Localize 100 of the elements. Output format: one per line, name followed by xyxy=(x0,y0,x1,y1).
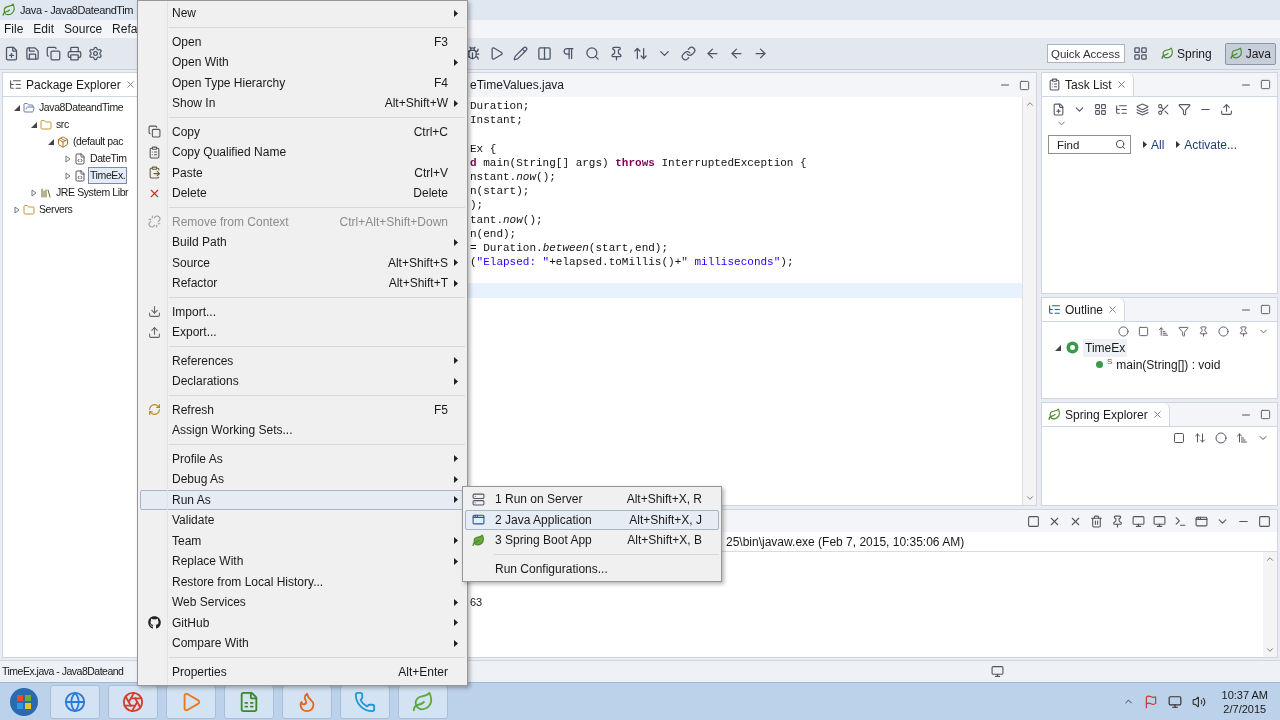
tree-item[interactable]: (default pac xyxy=(71,132,126,151)
grid-icon[interactable] xyxy=(1094,103,1107,116)
menu-item[interactable]: GitHub xyxy=(140,612,465,633)
menu-item[interactable]: Declarations xyxy=(140,371,465,392)
open-perspective-icon[interactable] xyxy=(1132,46,1148,61)
link-icon[interactable] xyxy=(1194,432,1206,444)
menu-item[interactable]: Restore from Local History... xyxy=(140,571,465,592)
sort-icon[interactable] xyxy=(1236,432,1248,444)
expanded-arrow-icon[interactable] xyxy=(1054,343,1062,352)
maximize-icon[interactable] xyxy=(1260,409,1271,420)
close-icon[interactable] xyxy=(1151,409,1163,420)
pin-icon[interactable] xyxy=(609,46,624,61)
tree-item[interactable]: JRE System Libr xyxy=(54,183,131,202)
new-task-icon[interactable] xyxy=(1052,103,1065,116)
search-icon[interactable] xyxy=(1115,139,1126,150)
expanded-arrow-icon[interactable] xyxy=(13,103,21,112)
menu-bar-item[interactable]: File xyxy=(4,20,24,38)
menu-item[interactable]: Export... xyxy=(140,322,465,343)
tree-item[interactable]: DateTim xyxy=(88,149,129,168)
menu-item[interactable]: 1 Run on Server Alt+Shift+X, R xyxy=(465,489,719,510)
filter-link[interactable]: Activate... xyxy=(1184,135,1238,154)
dot-icon[interactable] xyxy=(1215,432,1227,444)
sync-icon[interactable] xyxy=(1220,103,1233,116)
menu-bar-item[interactable]: Edit xyxy=(33,20,55,38)
perspective-button[interactable]: Spring xyxy=(1155,42,1217,65)
sort-icon[interactable] xyxy=(1158,326,1169,337)
menu-item[interactable]: Properties Alt+Enter xyxy=(140,661,465,682)
menu-item[interactable]: Copy Ctrl+C xyxy=(140,121,465,142)
taskbar-button[interactable] xyxy=(108,684,158,719)
tree-item[interactable]: Java8DateandTime xyxy=(37,98,126,117)
menu-item[interactable]: References xyxy=(140,350,465,371)
menu-bar-item[interactable]: Refa xyxy=(112,20,138,38)
save-icon[interactable] xyxy=(25,46,40,61)
back-icon[interactable] xyxy=(729,46,744,61)
layers-icon[interactable] xyxy=(1136,103,1149,116)
maximize-icon[interactable] xyxy=(1019,79,1030,91)
menu-item[interactable]: Paste Ctrl+V xyxy=(140,162,465,183)
pin-icon[interactable] xyxy=(1111,514,1124,528)
menu-item[interactable]: Copy Qualified Name xyxy=(140,142,465,163)
menu-item[interactable]: New xyxy=(140,3,465,24)
menu-item[interactable]: Delete Delete xyxy=(140,183,465,204)
menu-item[interactable]: Open With xyxy=(140,52,465,73)
menu-item[interactable]: Refresh F5 xyxy=(140,399,465,420)
save-all-icon[interactable] xyxy=(46,46,61,61)
gear-icon[interactable] xyxy=(88,46,103,61)
find-field[interactable]: Find xyxy=(1048,135,1131,154)
close-icon[interactable] xyxy=(124,79,136,90)
pencil-icon[interactable] xyxy=(513,46,528,61)
volume-icon[interactable] xyxy=(1191,694,1206,709)
display-icon[interactable] xyxy=(1153,514,1166,528)
menu-item[interactable]: Open F3 xyxy=(140,31,465,52)
menu-item[interactable]: Web Services xyxy=(140,592,465,613)
scissors-icon[interactable] xyxy=(1157,103,1170,116)
columns-icon[interactable] xyxy=(537,46,552,61)
network-icon[interactable] xyxy=(1167,694,1182,709)
menu-item[interactable]: Source Alt+Shift+S xyxy=(140,252,465,273)
link-icon[interactable] xyxy=(681,46,696,61)
play-icon[interactable] xyxy=(489,46,504,61)
menu-item[interactable]: Run As xyxy=(140,489,465,510)
tree-item[interactable]: TimeEx. xyxy=(88,166,128,185)
collapse-icon[interactable] xyxy=(1173,432,1185,444)
square-icon[interactable] xyxy=(1138,326,1149,337)
print-icon[interactable] xyxy=(67,46,82,61)
menu-item[interactable]: Replace With xyxy=(140,551,465,572)
flag-icon[interactable] xyxy=(1143,694,1158,709)
editor-tab[interactable]: eTimeValues.java xyxy=(468,76,565,94)
forward-icon[interactable] xyxy=(753,46,768,61)
menu-item[interactable]: Open Type Hierarchy F4 xyxy=(140,72,465,93)
search-icon[interactable] xyxy=(585,46,600,61)
menu-item[interactable]: Show In Alt+Shift+W xyxy=(140,93,465,114)
taskbar-button[interactable] xyxy=(282,684,332,719)
collapsed-arrow-icon[interactable] xyxy=(64,171,72,180)
perspective-button[interactable]: Java xyxy=(1224,42,1276,65)
menu-item[interactable]: Debug As xyxy=(140,469,465,490)
menu-item[interactable]: Validate xyxy=(140,510,465,531)
filter-link[interactable]: All xyxy=(1151,135,1165,154)
outline-item[interactable]: TimeEx xyxy=(1083,338,1128,357)
expanded-arrow-icon[interactable] xyxy=(30,120,38,129)
taskbar-button[interactable] xyxy=(224,684,274,719)
taskbar-button[interactable] xyxy=(50,684,100,719)
up-down-arrow-icon[interactable] xyxy=(633,46,648,61)
back-icon[interactable] xyxy=(705,46,720,61)
menu-bar-item[interactable]: Source xyxy=(64,20,103,38)
pin-icon[interactable] xyxy=(1238,326,1249,337)
console-icon[interactable] xyxy=(1174,514,1187,528)
maximize-icon[interactable] xyxy=(1260,304,1271,315)
tree-item[interactable]: src xyxy=(54,115,71,134)
menu-item[interactable]: 3 Spring Boot App Alt+Shift+X, B xyxy=(465,530,719,551)
menu-item[interactable]: Run Configurations... xyxy=(465,558,719,579)
maximize-icon[interactable] xyxy=(1260,79,1271,90)
filter-icon[interactable] xyxy=(1178,103,1191,116)
outline-item[interactable]: main(String[]) : void xyxy=(1116,355,1221,374)
dot-icon[interactable] xyxy=(1118,326,1129,337)
collapsed-arrow-icon[interactable] xyxy=(13,205,21,214)
terminate-icon[interactable] xyxy=(1027,514,1040,528)
menu-item[interactable]: Refactor Alt+Shift+T xyxy=(140,273,465,294)
collapsed-arrow-icon[interactable] xyxy=(30,188,38,197)
tree-item[interactable]: Servers xyxy=(37,200,75,219)
taskbar-button[interactable] xyxy=(166,684,216,719)
taskbar-button[interactable] xyxy=(398,684,448,719)
